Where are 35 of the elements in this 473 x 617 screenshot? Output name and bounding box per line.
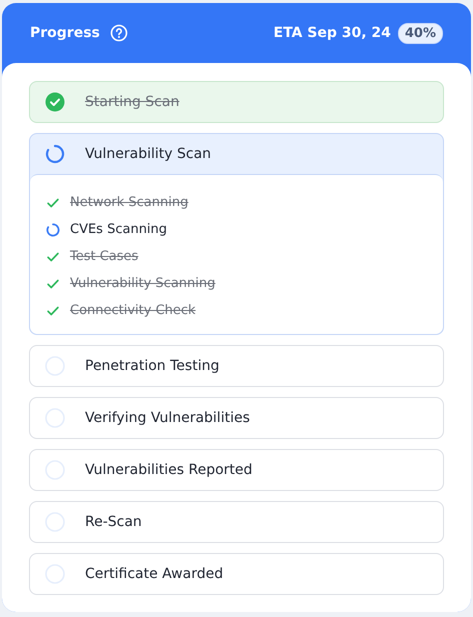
- substep-label: Connectivity Check: [70, 303, 196, 318]
- help-icon[interactable]: [110, 24, 128, 42]
- step-label: Verifying Vulnerabilities: [85, 410, 250, 426]
- step-label: Re-Scan: [85, 514, 142, 530]
- spinner-icon: [45, 144, 65, 164]
- empty-circle-icon: [45, 408, 65, 428]
- check-icon: [46, 196, 60, 210]
- step-item[interactable]: Re-Scan: [29, 501, 444, 543]
- eta-text: ETA Sep 30, 24: [274, 25, 391, 41]
- substep-label: CVEs Scanning: [70, 222, 168, 237]
- panel-title: Progress: [30, 25, 100, 41]
- spinner-icon: [46, 222, 60, 236]
- empty-circle-icon: [45, 460, 65, 480]
- step-item[interactable]: Vulnerabilities Reported: [29, 449, 444, 491]
- empty-circle-icon: [45, 512, 65, 532]
- substep-label: Vulnerability Scanning: [70, 276, 216, 291]
- substep-label: Test Cases: [70, 249, 138, 264]
- percent-badge: 40%: [398, 22, 443, 44]
- step-item[interactable]: Penetration Testing: [29, 345, 444, 387]
- check-icon: [46, 250, 60, 264]
- check-icon: [46, 276, 60, 290]
- step-label: Penetration Testing: [85, 358, 220, 374]
- step-label: Vulnerabilities Reported: [85, 462, 252, 478]
- check-icon: [46, 304, 60, 318]
- check-circle-icon: [45, 92, 65, 112]
- step-item[interactable]: Starting Scan: [29, 81, 444, 123]
- step-label: Certificate Awarded: [85, 566, 224, 582]
- step-item[interactable]: Verifying Vulnerabilities: [29, 397, 444, 439]
- step-label: Starting Scan: [85, 94, 180, 110]
- step-item[interactable]: Vulnerability Scan Network Scanning CVEs Scanning Test Cases Vulnerability Scanning Connectivity Check: [29, 133, 444, 335]
- step-item[interactable]: Certificate Awarded: [29, 553, 444, 595]
- step-label: Vulnerability Scan: [85, 146, 212, 162]
- substep-label: Network Scanning: [70, 195, 188, 210]
- empty-circle-icon: [45, 564, 65, 584]
- empty-circle-icon: [45, 356, 65, 376]
